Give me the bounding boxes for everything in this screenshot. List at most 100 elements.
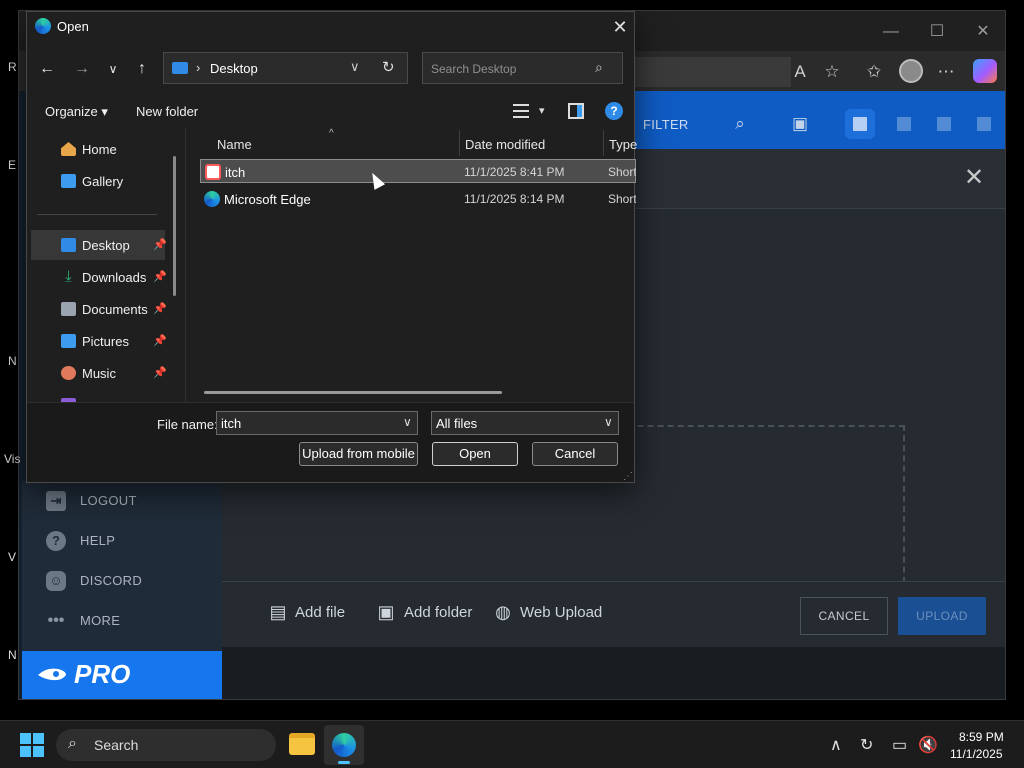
- search-icon[interactable]: ⌕: [729, 113, 751, 135]
- nav-item-gallery[interactable]: Gallery: [31, 166, 165, 196]
- nav-item-desktop[interactable]: Desktop 📌: [31, 230, 167, 260]
- grid-large-icon[interactable]: [937, 117, 951, 131]
- column-header-type[interactable]: Type: [609, 137, 637, 152]
- discord-icon: ☺: [46, 571, 66, 591]
- new-folder-icon[interactable]: ▣: [789, 113, 811, 135]
- chevron-down-icon[interactable]: ∨: [403, 415, 412, 429]
- up-arrow-icon[interactable]: ↑: [130, 57, 154, 81]
- favorites-icon[interactable]: ✩: [863, 61, 885, 83]
- nav-pane-scrollbar[interactable]: [173, 156, 176, 296]
- nav-item-downloads[interactable]: ⤓ Downloads 📌: [31, 262, 167, 292]
- taskbar-search[interactable]: ⌕ Search: [56, 729, 276, 761]
- pin-icon[interactable]: 📌: [153, 270, 167, 283]
- clock-time[interactable]: 8:59 PM: [959, 730, 1004, 744]
- open-button[interactable]: Open: [432, 442, 518, 466]
- file-name-input[interactable]: itch ∨: [216, 411, 418, 435]
- address-bar[interactable]: [619, 57, 791, 87]
- grid-small-icon[interactable]: [897, 117, 911, 131]
- back-arrow-icon[interactable]: ←: [35, 57, 59, 81]
- desktop-icon-label: R: [8, 60, 17, 74]
- pin-icon[interactable]: 📌: [153, 238, 167, 251]
- pin-icon[interactable]: 📌: [153, 334, 167, 347]
- sidebar-item-label: DISCORD: [80, 573, 143, 588]
- pin-icon[interactable]: 📌: [153, 366, 167, 379]
- file-row-microsoft-edge[interactable]: Microsoft Edge 11/1/2025 8:14 PM Shortcu…: [200, 187, 636, 211]
- close-icon[interactable]: ✕: [607, 14, 633, 40]
- clock-date[interactable]: 11/1/2025: [950, 747, 1003, 761]
- download-icon: ⤓: [65, 268, 72, 285]
- file-row-itch[interactable]: itch 11/1/2025 8:41 PM Shortcut: [200, 159, 636, 183]
- app-footer: [222, 647, 1005, 699]
- volume-muted-icon[interactable]: 🔇: [918, 735, 938, 755]
- file-list-scrollbar[interactable]: [204, 391, 502, 394]
- add-folder-button[interactable]: Add folder: [404, 604, 472, 621]
- file-list-header: ^ Name Date modified Type: [187, 128, 637, 158]
- chevron-down-icon: ∨: [604, 415, 613, 429]
- cancel-button[interactable]: Cancel: [532, 442, 618, 466]
- profile-avatar[interactable]: [899, 59, 923, 83]
- nav-item-label: Gallery: [82, 174, 124, 189]
- help-icon[interactable]: ?: [605, 102, 623, 120]
- read-aloud-icon[interactable]: A: [789, 61, 811, 83]
- pro-banner[interactable]: PRO: [22, 651, 222, 699]
- nav-item-label: Music: [82, 366, 116, 381]
- forward-arrow-icon[interactable]: →: [70, 57, 94, 81]
- breadcrumb-location[interactable]: Desktop: [210, 61, 258, 76]
- view-options-icon[interactable]: [513, 104, 529, 118]
- pin-icon[interactable]: 📌: [153, 302, 167, 315]
- nav-item-home[interactable]: Home: [31, 134, 165, 164]
- more-options-icon[interactable]: ⋯: [935, 61, 957, 83]
- column-header-name[interactable]: Name: [217, 137, 252, 152]
- chevron-down-icon[interactable]: ▾: [539, 104, 545, 117]
- nav-item-pictures[interactable]: Pictures 📌: [31, 326, 167, 356]
- close-icon[interactable]: ✕: [959, 163, 989, 193]
- address-breadcrumb[interactable]: › Desktop ∨ ↻: [163, 52, 408, 84]
- favorite-star-icon[interactable]: ☆: [821, 61, 843, 83]
- recent-locations-chevron-icon[interactable]: ∨: [101, 57, 125, 81]
- display-icon[interactable]: ▭: [892, 735, 907, 755]
- chevron-down-icon[interactable]: ∨: [350, 59, 360, 75]
- close-button[interactable]: ✕: [963, 19, 1003, 45]
- file-explorer-icon[interactable]: [289, 733, 315, 755]
- sidebar-item-discord[interactable]: ☺ DISCORD: [22, 561, 222, 601]
- edge-icon: [35, 18, 51, 34]
- upload-from-mobile-button[interactable]: Upload from mobile: [299, 442, 418, 466]
- pane-splitter[interactable]: [185, 128, 186, 403]
- nav-item-music[interactable]: Music 📌: [31, 358, 167, 388]
- nav-item-label: Home: [82, 142, 117, 157]
- copilot-icon[interactable]: [973, 59, 997, 83]
- column-header-date-modified[interactable]: Date modified: [465, 137, 545, 152]
- search-input[interactable]: Search Desktop ⌕: [422, 52, 623, 84]
- nav-item-documents[interactable]: Documents 📌: [31, 294, 167, 324]
- nav-item-label: Documents: [82, 302, 148, 317]
- windows-start-icon[interactable]: [20, 733, 44, 757]
- resize-grip-icon[interactable]: ⋰: [623, 471, 633, 482]
- web-upload-button[interactable]: Web Upload: [520, 604, 602, 621]
- sidebar-item-logout[interactable]: ⇥ LOGOUT: [22, 481, 222, 521]
- sidebar-item-help[interactable]: ? HELP: [22, 521, 222, 561]
- edge-icon: [332, 733, 356, 757]
- file-date: 11/1/2025 8:41 PM: [464, 165, 565, 179]
- taskbar-edge-button[interactable]: [324, 725, 364, 765]
- minimize-button[interactable]: —: [871, 19, 911, 45]
- sidebar-item-more[interactable]: ••• MORE: [22, 601, 222, 641]
- file-type-select[interactable]: All files ∨: [431, 411, 619, 435]
- add-file-button[interactable]: Add file: [295, 604, 345, 621]
- sidebar-item-label: MORE: [80, 613, 121, 628]
- upload-button[interactable]: UPLOAD: [898, 597, 986, 635]
- maximize-button[interactable]: ☐: [917, 19, 957, 45]
- filter-button[interactable]: FILTER: [643, 117, 689, 132]
- desktop-icon-label: V: [8, 550, 17, 564]
- refresh-icon[interactable]: ↻: [382, 58, 395, 76]
- tile-view-icon[interactable]: [977, 117, 991, 131]
- help-icon: ?: [46, 531, 66, 551]
- new-folder-button[interactable]: New folder: [136, 104, 198, 119]
- organize-button[interactable]: Organize ▾: [45, 104, 108, 120]
- column-divider[interactable]: [459, 130, 460, 156]
- column-divider[interactable]: [603, 130, 604, 156]
- preview-pane-icon[interactable]: [568, 103, 584, 119]
- chevron-up-icon[interactable]: ∧: [830, 735, 842, 755]
- active-app-indicator: [338, 761, 350, 764]
- sync-icon[interactable]: ↻: [860, 735, 873, 755]
- cancel-upload-button[interactable]: CANCEL: [800, 597, 888, 635]
